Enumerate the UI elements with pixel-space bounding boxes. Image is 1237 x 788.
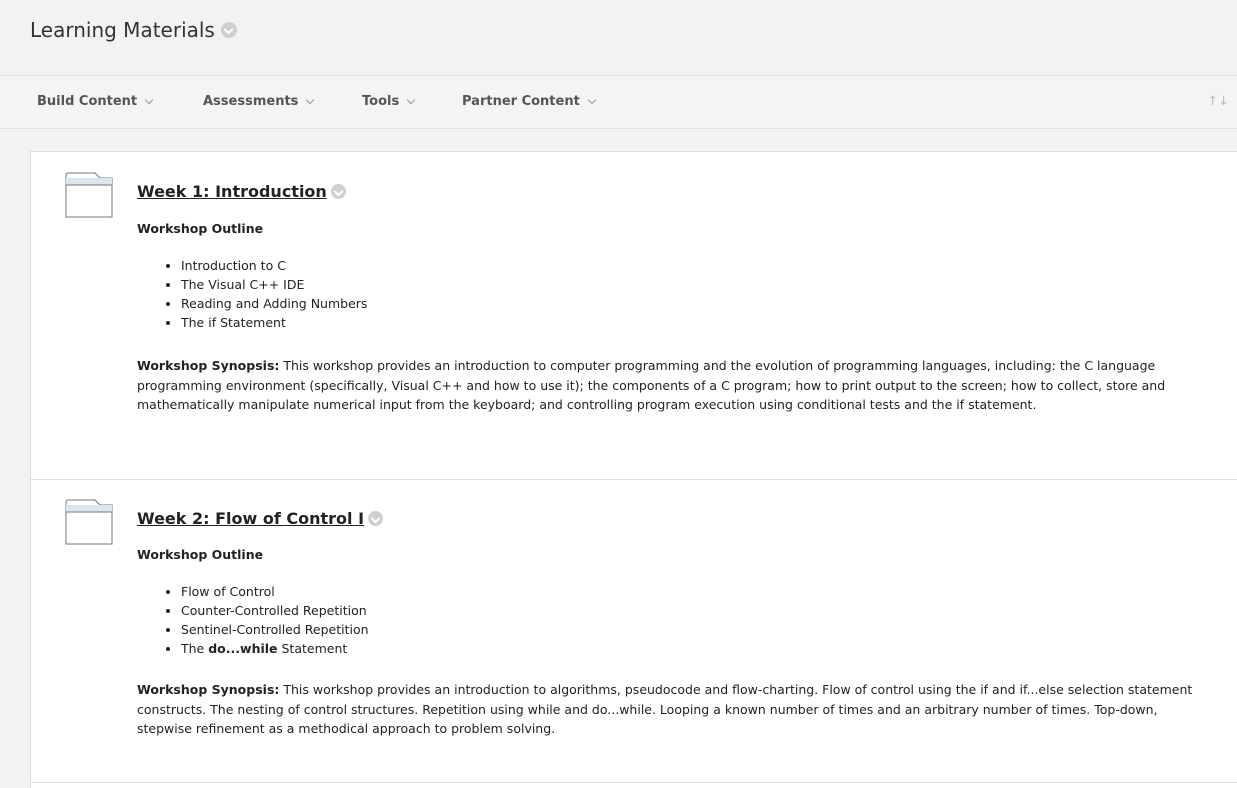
build-content-menu[interactable]: Build Content [37, 94, 154, 109]
chevron-down-icon [406, 95, 416, 104]
list-item-text: The [181, 641, 209, 656]
content-list: Week 1: Introduction Workshop Outline In… [30, 151, 1237, 788]
list-item: Sentinel-Controlled Repetition [181, 620, 369, 639]
content-toolbar: Build Content Assessments Tools Partner … [0, 76, 1237, 129]
item-title-text[interactable]: Week 2: Flow of Control I [137, 509, 364, 528]
synopsis-text: This workshop provides an introduction t… [137, 358, 1166, 412]
chevron-down-icon [306, 95, 315, 104]
chevron-down-icon[interactable] [220, 22, 237, 38]
outline-label: Workshop Outline [137, 547, 264, 562]
synopsis: Workshop Synopsis: This workshop provide… [137, 680, 1212, 739]
folder-icon [65, 499, 113, 545]
partner-content-menu[interactable]: Partner Content [462, 94, 597, 109]
synopsis-label: Workshop Synopsis: [137, 358, 280, 373]
outline-label: Workshop Outline [137, 221, 264, 236]
assessments-menu[interactable]: Assessments [203, 94, 315, 109]
content-item: Week 1: Introduction Workshop Outline In… [31, 152, 1237, 480]
list-item: Flow of Control [181, 582, 369, 601]
list-item: The Visual C++ IDE [181, 275, 367, 294]
outline-list: Flow of Control Counter-Controlled Repet… [137, 582, 369, 658]
list-item: The do...while Statement [181, 639, 369, 658]
synopsis-text: This workshop provides an introduction t… [137, 682, 1193, 736]
tools-menu[interactable]: Tools [362, 94, 416, 109]
partner-content-label: Partner Content [462, 94, 580, 109]
chevron-down-icon [144, 95, 154, 104]
list-item: The if Statement [181, 313, 367, 332]
list-item: Introduction to C [181, 256, 367, 275]
page-title: Learning Materials [30, 18, 237, 42]
chevron-down-icon[interactable] [368, 511, 384, 526]
reorder-icon[interactable]: ↑↓ [1207, 94, 1229, 109]
tools-label: Tools [362, 94, 400, 109]
chevron-down-icon [587, 95, 597, 104]
list-item: Reading and Adding Numbers [181, 294, 367, 313]
synopsis-label: Workshop Synopsis: [137, 682, 280, 697]
outline-list: Introduction to C The Visual C++ IDE Rea… [137, 256, 367, 332]
list-item-text: Statement [277, 641, 348, 656]
page-title-text: Learning Materials [30, 18, 215, 42]
list-item: Counter-Controlled Repetition [181, 601, 369, 620]
list-item-bold: do...while [208, 641, 278, 656]
build-content-label: Build Content [37, 94, 138, 109]
synopsis: Workshop Synopsis: This workshop provide… [137, 356, 1212, 415]
chevron-down-icon[interactable] [330, 184, 346, 199]
page-header: Learning Materials [0, 0, 1237, 76]
content-item: Week 2: Flow of Control I Workshop Outli… [31, 479, 1237, 783]
item-title-link[interactable]: Week 2: Flow of Control I [137, 509, 384, 528]
assessments-label: Assessments [203, 94, 299, 109]
item-title-link[interactable]: Week 1: Introduction [137, 182, 346, 201]
folder-icon [65, 172, 113, 218]
item-title-text[interactable]: Week 1: Introduction [137, 182, 327, 201]
